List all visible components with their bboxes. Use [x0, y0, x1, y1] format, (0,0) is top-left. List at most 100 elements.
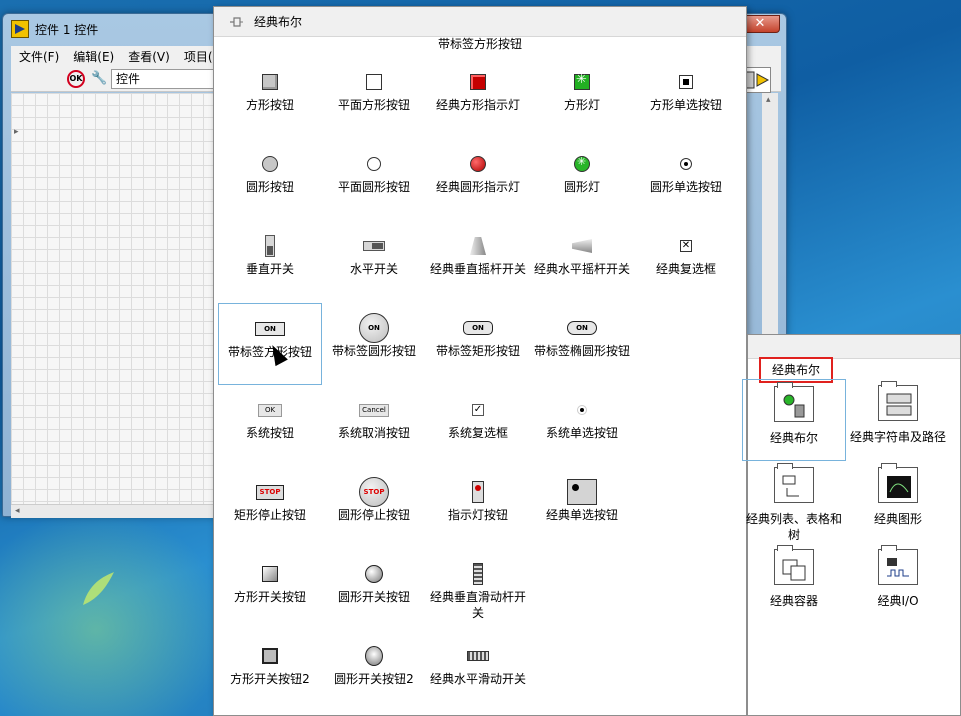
- palette-item-glyph: ON: [567, 313, 597, 343]
- palette-item[interactable]: STOP 矩形停止按钮: [218, 467, 322, 549]
- palette-item[interactable]: 经典垂直滑动杆开关: [426, 549, 530, 631]
- palette-item-label: 经典垂直摇杆开关: [429, 262, 526, 276]
- palette-item-label: 圆形开关按钮: [337, 590, 410, 604]
- palette2-item[interactable]: 经典列表、表格和树: [742, 461, 846, 543]
- vertical-slide-icon: [473, 563, 483, 585]
- square-light-icon: [574, 72, 590, 90]
- palette-item[interactable]: ON 带标签方形按钮: [218, 303, 322, 385]
- palette2-item[interactable]: 经典图形: [846, 461, 950, 543]
- desktop-leaf-icon: [78, 570, 118, 610]
- palette-item[interactable]: 垂直开关: [218, 221, 322, 303]
- palette-empty-cell: [634, 549, 738, 631]
- palette-item-glyph: [365, 641, 383, 671]
- palette-item-glyph: [680, 149, 692, 179]
- palette-item[interactable]: 方形开关按钮2: [218, 631, 322, 713]
- palette-item-label: 带标签圆形按钮: [331, 344, 416, 358]
- square-led-icon: [470, 74, 486, 90]
- palette-item-glyph: [363, 231, 385, 261]
- palette-item-label: 指示灯按钮: [447, 508, 508, 522]
- scroll-left-arrow-icon[interactable]: ◂: [15, 506, 20, 516]
- palette2-item[interactable]: 经典布尔: [742, 379, 846, 461]
- palette-item[interactable]: 系统单选按钮: [530, 385, 634, 467]
- palette-item-glyph: [473, 559, 483, 589]
- pin-icon[interactable]: [228, 15, 244, 29]
- checkbox-icon: ✕: [680, 240, 692, 252]
- classic-list-icon: [774, 463, 814, 503]
- palette-item[interactable]: 方形灯: [530, 57, 634, 139]
- palette-item[interactable]: STOP 圆形停止按钮: [322, 467, 426, 549]
- palette-empty-cell: [634, 303, 738, 385]
- palette-item[interactable]: ON 带标签矩形按钮: [426, 303, 530, 385]
- palette-item-label: 系统复选框: [447, 426, 508, 440]
- palette-item[interactable]: 方形单选按钮: [634, 57, 738, 139]
- palette-item[interactable]: Cancel 系统取消按钮: [322, 385, 426, 467]
- palette2-item-label: 经典图形: [873, 512, 922, 526]
- palette-item[interactable]: ON 带标签椭圆形按钮: [530, 303, 634, 385]
- vertical-toggle-icon: [470, 237, 486, 255]
- wrench-icon[interactable]: 🔧: [91, 71, 107, 86]
- palette2-item[interactable]: 经典字符串及路径: [846, 379, 950, 461]
- palette-item-label: 经典圆形指示灯: [435, 180, 520, 194]
- window-title: 控件 1 控件: [35, 22, 99, 37]
- palette-item[interactable]: 圆形灯: [530, 139, 634, 221]
- palette-item[interactable]: OK 系统按钮: [218, 385, 322, 467]
- palette-grid: 方形按钮 平面方形按钮 经典方形指示灯 方形灯 方形单选按钮圆形按钮 平面圆形按钮 经典圆形…: [218, 57, 738, 713]
- palette-item-glyph: [574, 67, 590, 97]
- palette-item[interactable]: 经典圆形指示灯: [426, 139, 530, 221]
- palette-item-glyph: [574, 149, 590, 179]
- palette-item[interactable]: 平面方形按钮: [322, 57, 426, 139]
- palette-item-glyph: ✓: [472, 395, 484, 425]
- palette-item[interactable]: 经典垂直摇杆开关: [426, 221, 530, 303]
- round-led-icon: [470, 156, 486, 172]
- classic-container-icon: [774, 545, 814, 585]
- palette-item-label: 圆形开关按钮2: [334, 672, 414, 686]
- palette-item[interactable]: ✕ 经典复选框: [634, 221, 738, 303]
- labeled-round-button-icon: ON: [359, 313, 389, 343]
- palette-item[interactable]: 圆形单选按钮: [634, 139, 738, 221]
- palette-item[interactable]: 圆形开关按钮: [322, 549, 426, 631]
- palette-item[interactable]: 经典方形指示灯: [426, 57, 530, 139]
- front-panel-canvas[interactable]: ▸: [11, 93, 216, 504]
- palette-item-label: 圆形停止按钮: [337, 508, 410, 522]
- menu-file[interactable]: 文件(F): [19, 48, 59, 65]
- palette-item-label: 方形开关按钮2: [230, 672, 310, 686]
- indicator-button-icon: [472, 481, 484, 503]
- palette-item-glyph: [262, 641, 278, 671]
- horizontal-scrollbar[interactable]: ◂: [11, 504, 216, 518]
- palette-item-glyph: [366, 67, 382, 97]
- palette-item[interactable]: 平面圆形按钮: [322, 139, 426, 221]
- palette-item-label: 带标签椭圆形按钮: [533, 344, 630, 358]
- scroll-up-arrow-icon[interactable]: ▴: [766, 95, 771, 105]
- palette-item[interactable]: ✓ 系统复选框: [426, 385, 530, 467]
- palette-item[interactable]: 经典水平摇杆开关: [530, 221, 634, 303]
- palette-item-label: 带标签矩形按钮: [435, 344, 520, 358]
- menu-edit[interactable]: 编辑(E): [73, 48, 114, 65]
- palette-item[interactable]: 经典单选按钮: [530, 467, 634, 549]
- palette-item[interactable]: 方形开关按钮: [218, 549, 322, 631]
- rect-stop-icon: STOP: [256, 484, 284, 500]
- palette2-item-label: 经典布尔: [769, 431, 818, 445]
- palette-item-glyph: [262, 149, 278, 179]
- round-light-icon: [574, 155, 590, 172]
- palette-item[interactable]: 圆形开关按钮2: [322, 631, 426, 713]
- horizontal-slide-icon: [467, 651, 489, 661]
- palette2-item[interactable]: 经典容器: [742, 543, 846, 625]
- palette-item[interactable]: 经典水平滑动开关: [426, 631, 530, 713]
- palette-item-label: 水平开关: [349, 262, 398, 276]
- square-switch2-icon: [262, 648, 278, 664]
- palette-item[interactable]: 水平开关: [322, 221, 426, 303]
- palette-item[interactable]: ON 带标签圆形按钮: [322, 303, 426, 385]
- path-field[interactable]: 控件: [111, 69, 221, 89]
- palette-item[interactable]: 指示灯按钮: [426, 467, 530, 549]
- palette-item[interactable]: 圆形按钮: [218, 139, 322, 221]
- palette-item-label: 系统单选按钮: [545, 426, 618, 440]
- palette-item-glyph: Cancel: [359, 395, 389, 425]
- run-disabled-icon[interactable]: OK: [67, 70, 85, 88]
- palette-item[interactable]: 方形按钮: [218, 57, 322, 139]
- palette2-item[interactable]: 经典I/O: [846, 543, 950, 625]
- palette-item-label: 方形灯: [563, 98, 600, 112]
- palette-item-glyph: ✕: [680, 231, 692, 261]
- labview-app-icon: [11, 20, 29, 38]
- palette-item-label: 平面方形按钮: [337, 98, 410, 112]
- menu-view[interactable]: 查看(V): [128, 48, 170, 65]
